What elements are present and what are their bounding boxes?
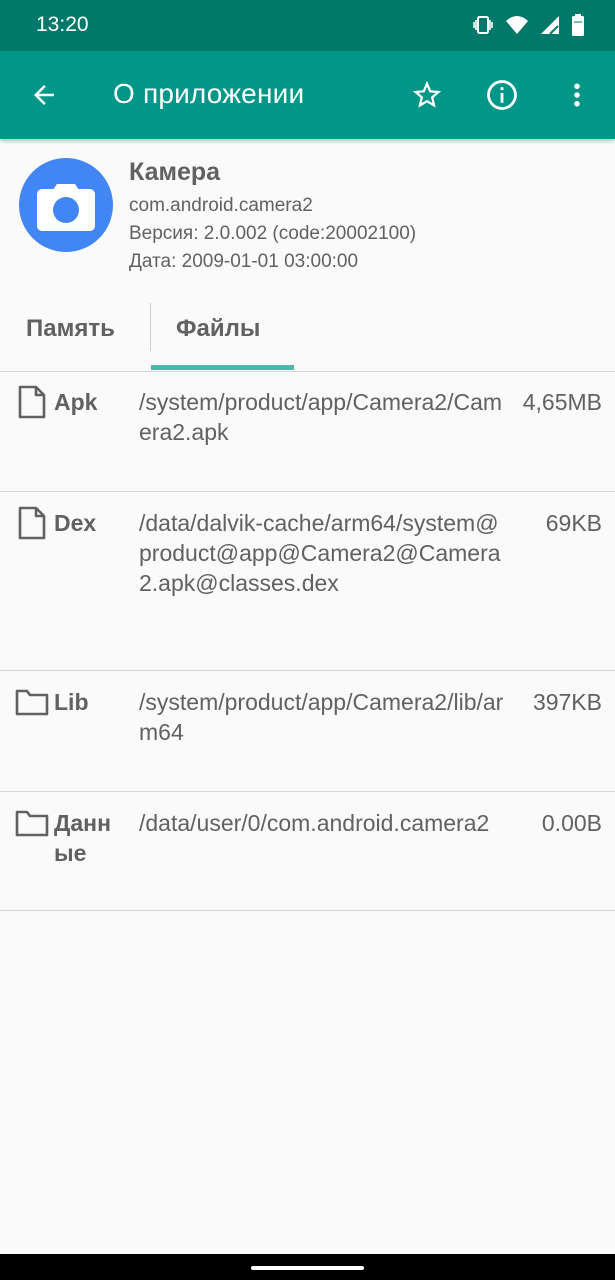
vibrate-icon xyxy=(473,16,493,34)
info-icon xyxy=(487,80,517,110)
file-path: /data/user/0/com.android.camera2 xyxy=(139,810,490,836)
favorite-button[interactable] xyxy=(405,73,449,117)
file-label: Lib xyxy=(54,689,89,715)
app-bar: О приложении xyxy=(0,51,615,139)
file-path: /system/product/app/Camera2/lib/arm64 xyxy=(139,689,504,745)
home-gesture-handle[interactable] xyxy=(251,1266,364,1270)
page-title: О приложении xyxy=(113,78,305,109)
file-row-data[interactable]: Данные /data/user/0/com.android.camera2 … xyxy=(0,792,615,911)
back-button[interactable] xyxy=(22,73,66,117)
signal-icon xyxy=(541,16,559,35)
app-version: Версия: 2.0.002 (code:20002100) xyxy=(129,223,417,244)
file-path: /system/product/app/Camera2/Camera2.apk xyxy=(139,389,503,445)
wifi-icon xyxy=(506,16,528,34)
file-size: 0.00B xyxy=(541,810,602,836)
battery-icon xyxy=(572,14,584,36)
camera-icon xyxy=(37,184,95,231)
more-vert-icon xyxy=(574,83,580,107)
file-label: Данные xyxy=(54,810,111,866)
file-size: 4,65MB xyxy=(522,389,602,415)
folder-icon xyxy=(15,685,49,719)
status-time: 13:20 xyxy=(36,13,89,36)
camera-app-icon xyxy=(19,158,113,252)
app-package: com.android.camera2 xyxy=(129,195,313,216)
file-icon xyxy=(15,506,49,540)
file-label: Dex xyxy=(54,510,97,536)
tab-divider xyxy=(150,303,151,351)
file-label: Apk xyxy=(54,389,98,415)
navigation-bar xyxy=(0,1254,615,1280)
star-icon xyxy=(412,80,442,108)
app-date: Дата: 2009-01-01 03:00:00 xyxy=(129,251,359,272)
more-options-button[interactable] xyxy=(555,73,599,117)
folder-icon xyxy=(15,806,49,840)
app-header: Камера com.android.camera2 Версия: 2.0.0… xyxy=(0,139,615,289)
file-row-dex[interactable]: Dex /data/dalvik-cache/arm64/system@prod… xyxy=(0,492,615,671)
info-button[interactable] xyxy=(480,73,524,117)
tab-memory[interactable]: Память xyxy=(26,315,115,343)
file-row-apk[interactable]: Apk /system/product/app/Camera2/Camera2.… xyxy=(0,371,615,492)
status-icons xyxy=(471,13,585,37)
file-path: /data/dalvik-cache/arm64/system@product@… xyxy=(139,510,501,596)
tab-indicator xyxy=(151,365,294,370)
file-icon xyxy=(15,385,49,419)
app-name: Камера xyxy=(129,158,221,186)
tab-bar: Память Файлы xyxy=(0,289,615,372)
file-size: 397KB xyxy=(532,689,602,715)
status-bar: 13:20 xyxy=(0,0,615,51)
back-arrow-icon xyxy=(34,85,54,105)
file-row-lib[interactable]: Lib /system/product/app/Camera2/lib/arm6… xyxy=(0,671,615,792)
tab-files[interactable]: Файлы xyxy=(176,315,260,343)
file-size: 69KB xyxy=(545,510,602,536)
